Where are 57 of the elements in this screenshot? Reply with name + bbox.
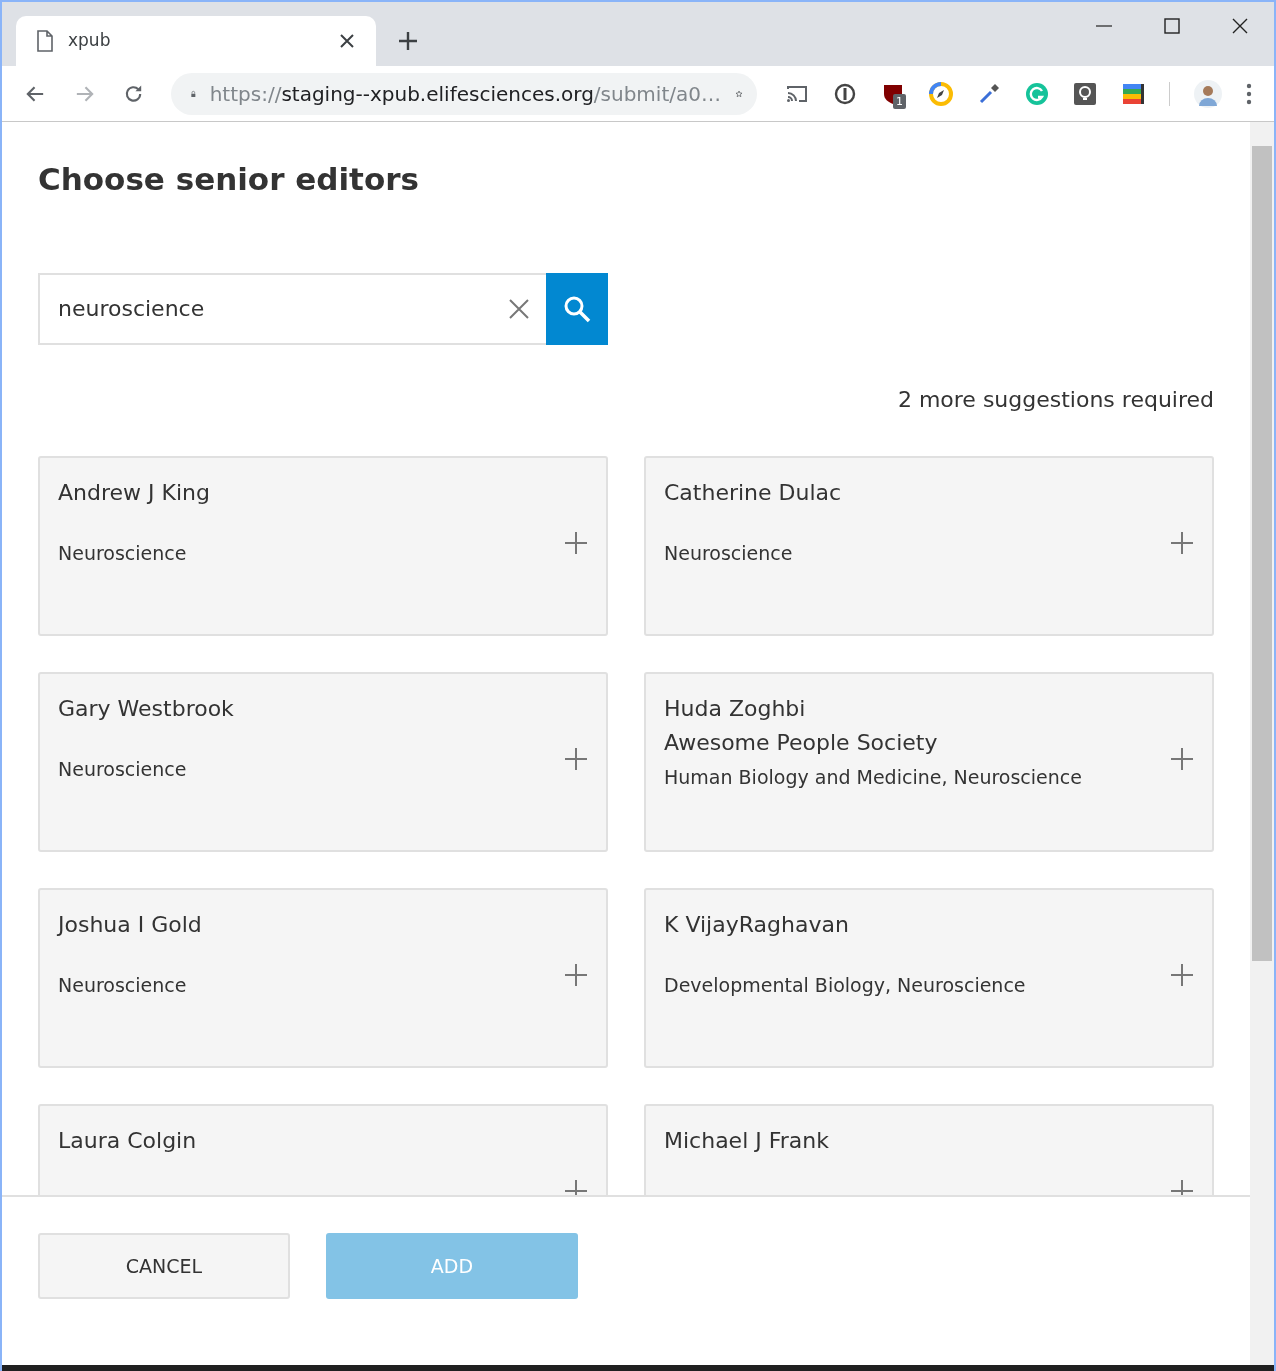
- address-bar[interactable]: https://staging--xpub.elifesciences.org/submit/a0…: [171, 72, 757, 115]
- editor-name: K VijayRaghavan: [664, 910, 850, 939]
- scrollbar[interactable]: [1250, 122, 1274, 1367]
- editor-name: Joshua I Gold: [58, 910, 203, 939]
- search-button[interactable]: [546, 272, 608, 345]
- editor-name: Laura Colgin: [58, 1126, 198, 1155]
- search-field[interactable]: neuroscience: [38, 272, 546, 345]
- plus-icon[interactable]: [398, 31, 418, 51]
- plus-icon[interactable]: [1170, 530, 1194, 555]
- close-icon[interactable]: [1232, 18, 1248, 34]
- menu-icon[interactable]: [1246, 81, 1252, 106]
- subject-text: Human Biology and Medicine, Neuroscience: [664, 764, 1083, 790]
- editor-card[interactable]: Catherine Dulac Neuroscience: [644, 455, 1214, 636]
- count-badge: 1: [893, 93, 906, 109]
- browser-tab[interactable]: xpub: [16, 16, 376, 66]
- editor-card[interactable]: Michael J Frank: [644, 1103, 1214, 1195]
- subject-text: Developmental Biology, Neuroscience: [664, 972, 1027, 998]
- editor-name: Gary Westbrook: [58, 694, 235, 723]
- editor-card[interactable]: Andrew J King Neuroscience: [38, 455, 608, 636]
- editor-name: Catherine Dulac: [664, 478, 843, 507]
- editor-card[interactable]: K VijayRaghavan Developmental Biology, Neuroscience: [644, 887, 1214, 1068]
- plus-icon[interactable]: [564, 746, 588, 771]
- requirement-text: 2 more suggestions required: [897, 385, 1214, 414]
- url-text: https://staging--xpub.elifesciences.org/submit/a0…: [209, 80, 721, 108]
- editor-card[interactable]: Laura Colgin: [38, 1103, 608, 1195]
- plus-icon[interactable]: [1170, 746, 1194, 771]
- keyhole-icon[interactable]: [833, 81, 857, 106]
- subject-text: Neuroscience: [58, 972, 188, 998]
- editor-card[interactable]: Huda Zoghbi Awesome People Society Human Biology and Medicine, Neuroscience: [644, 671, 1214, 852]
- subject-text: Neuroscience: [58, 756, 188, 782]
- plus-icon[interactable]: [1170, 962, 1194, 987]
- editor-name: Huda Zoghbi: [664, 694, 807, 723]
- search-icon: [563, 294, 591, 323]
- editor-name: Michael J Frank: [664, 1126, 830, 1155]
- page-icon: [36, 30, 54, 52]
- eyedropper-icon[interactable]: [977, 81, 1001, 106]
- affiliation-text: Awesome People Society: [664, 728, 939, 757]
- editor-name: Andrew J King: [58, 478, 211, 507]
- plus-icon[interactable]: [1170, 1178, 1194, 1195]
- g-circle-icon[interactable]: [1025, 81, 1049, 106]
- maximize-icon[interactable]: [1164, 18, 1180, 34]
- bulb-icon[interactable]: [1073, 81, 1097, 106]
- stack-icon[interactable]: [1121, 81, 1145, 106]
- editor-card[interactable]: Joshua I Gold Neuroscience: [38, 887, 608, 1068]
- cancel-button[interactable]: CANCEL: [38, 1233, 290, 1299]
- plus-icon[interactable]: [564, 530, 588, 555]
- editor-card[interactable]: Gary Westbrook Neuroscience: [38, 671, 608, 852]
- close-icon[interactable]: [338, 32, 356, 50]
- plus-icon[interactable]: [564, 1178, 588, 1195]
- plus-icon[interactable]: [564, 962, 588, 987]
- subject-text: Neuroscience: [58, 540, 188, 566]
- dialog-title: Choose senior editors: [38, 160, 420, 199]
- tab-title: xpub: [68, 29, 112, 53]
- avatar-icon[interactable]: [1194, 79, 1222, 108]
- clear-icon[interactable]: [508, 297, 530, 320]
- pencil-circle-icon[interactable]: [929, 81, 953, 106]
- subject-text: Neuroscience: [664, 540, 794, 566]
